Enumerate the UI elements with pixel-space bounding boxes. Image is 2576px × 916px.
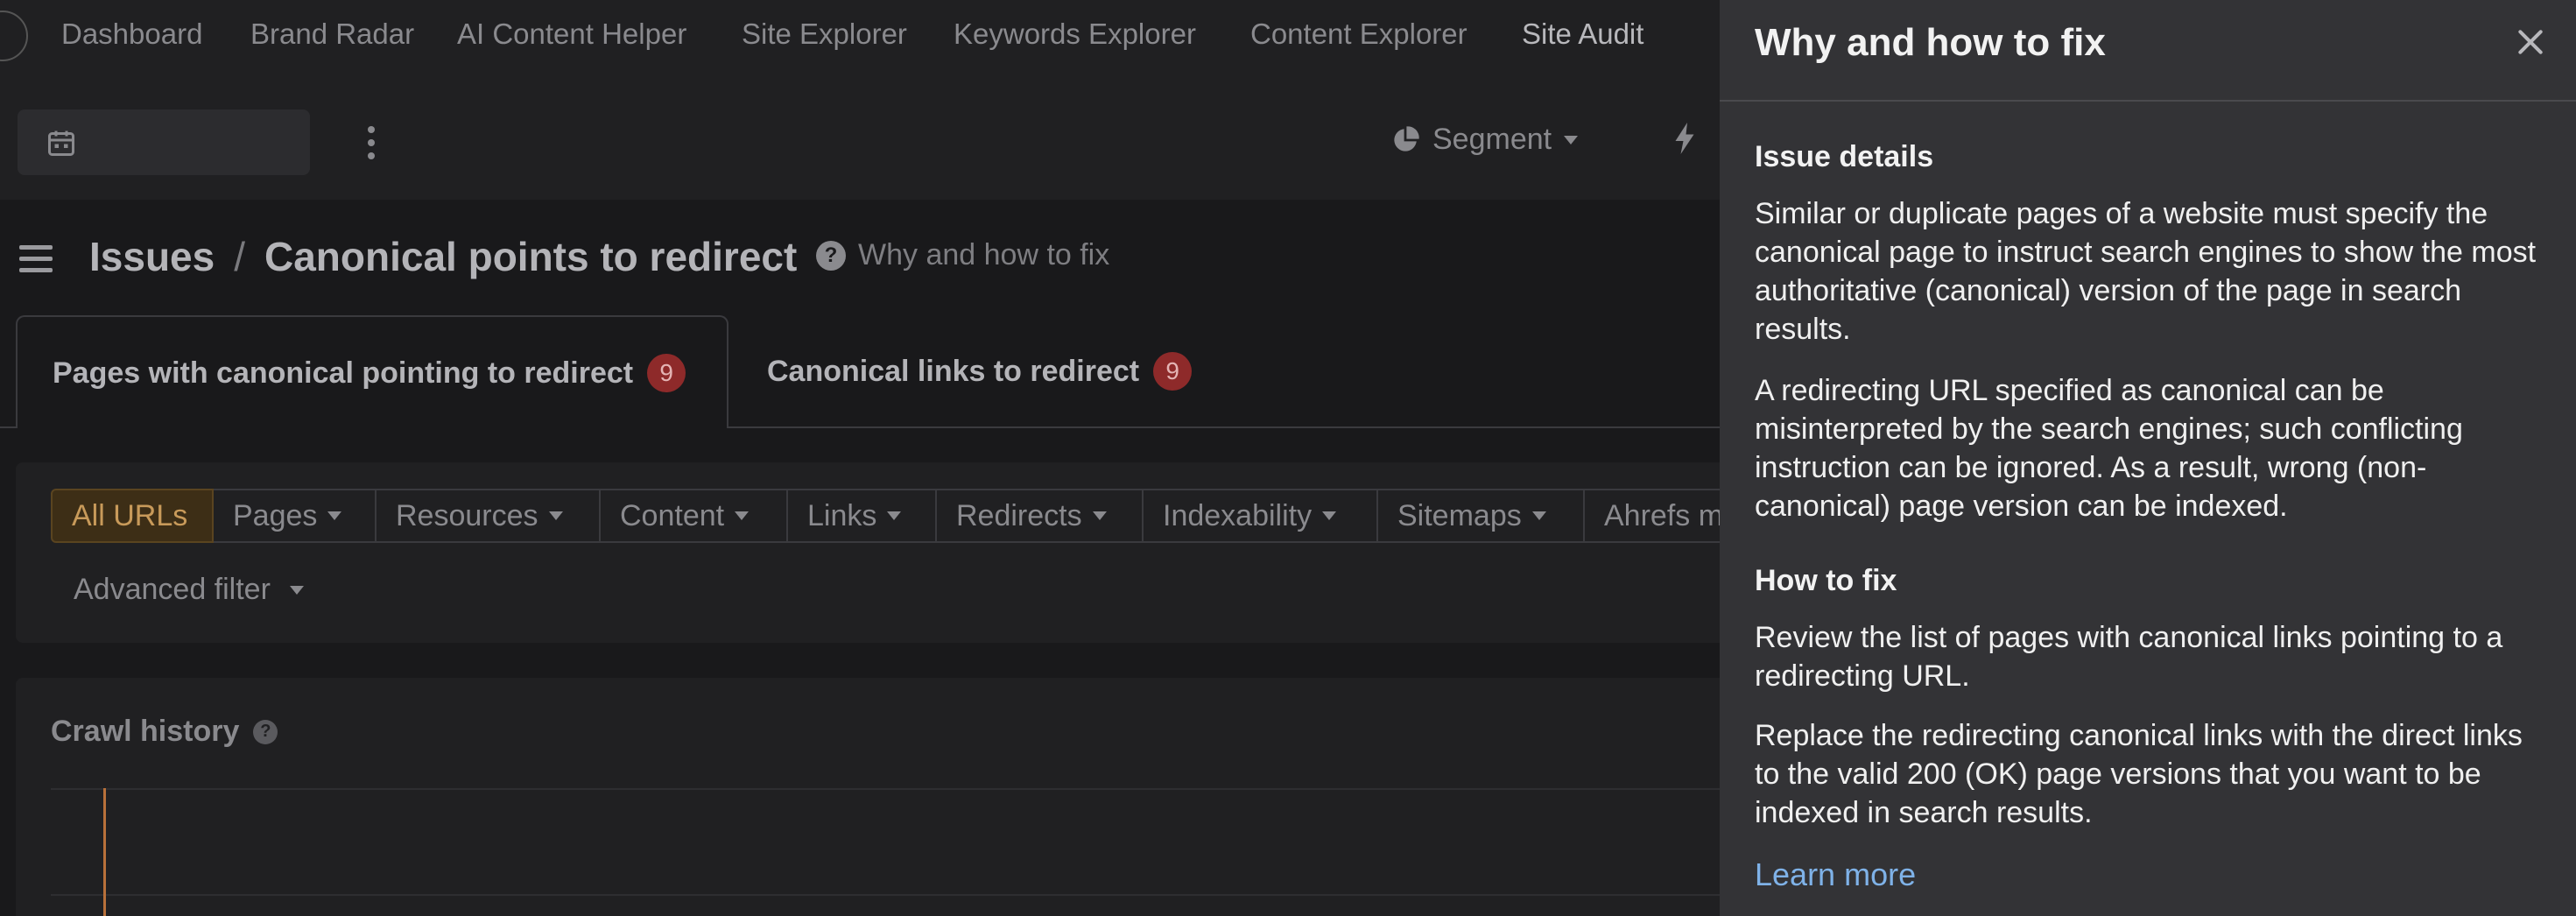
issue-details-paragraph-2: A redirecting URL specified as canonical…	[1755, 374, 2463, 523]
filter-resources[interactable]: Resources	[377, 489, 601, 543]
issue-details-heading: Issue details	[1755, 140, 1934, 173]
how-to-fix-paragraph-2: Replace the redirecting canonical links …	[1755, 719, 2523, 829]
how-to-fix-paragraph-1: Review the list of pages with canonical …	[1755, 621, 2503, 693]
count-badge: 9	[647, 354, 686, 392]
chevron-down-icon	[289, 585, 304, 595]
nav-keywords-explorer[interactable]: Keywords Explorer	[954, 18, 1196, 51]
filter-label: Pages	[233, 498, 318, 532]
how-to-fix-heading: How to fix	[1755, 564, 1897, 597]
chevron-down-icon	[1564, 135, 1579, 144]
pie-chart-icon	[1394, 125, 1419, 151]
advanced-filter-label: Advanced filter	[74, 573, 271, 606]
page-title: Canonical points to redirect	[264, 234, 798, 279]
top-navigation: Dashboard Brand Radar AI Content Helper …	[0, 0, 1720, 74]
issue-details-paragraph-1: Similar or duplicate pages of a website …	[1755, 197, 2537, 346]
filter-indexability[interactable]: Indexability	[1144, 489, 1378, 543]
filter-label: Links	[807, 498, 877, 532]
chevron-down-icon	[1092, 511, 1107, 520]
filter-label: Indexability	[1163, 498, 1313, 532]
crawl-marker-line	[103, 788, 106, 916]
segment-label: Segment	[1432, 123, 1552, 156]
calendar-icon	[48, 130, 74, 156]
filter-redirects[interactable]: Redirects	[937, 489, 1144, 543]
filter-label: All URLs	[72, 498, 188, 532]
crawl-history-title: Crawl history ?	[51, 715, 278, 749]
filter-content[interactable]: Content	[601, 489, 788, 543]
help-icon: ?	[816, 240, 846, 271]
chevron-down-icon	[1531, 511, 1546, 520]
tab-canonical-links[interactable]: Canonical links to redirect 9	[728, 315, 1219, 426]
breadcrumb-separator: /	[234, 234, 245, 279]
nav-site-explorer[interactable]: Site Explorer	[742, 18, 907, 51]
advanced-filter-button[interactable]: Advanced filter	[74, 573, 304, 607]
nav-content-explorer[interactable]: Content Explorer	[1250, 18, 1467, 51]
bolt-icon[interactable]	[1672, 123, 1697, 162]
chart-gridline	[51, 788, 1720, 790]
close-icon[interactable]	[2513, 25, 2548, 60]
hamburger-menu-icon[interactable]	[19, 245, 53, 279]
breadcrumb-issues[interactable]: Issues	[89, 234, 215, 279]
drawer-title: Why and how to fix	[1755, 21, 2106, 64]
chart-gridline	[51, 894, 1720, 896]
crawl-history-panel	[16, 678, 1720, 916]
chevron-down-icon	[548, 511, 563, 520]
learn-more-link[interactable]: Learn more	[1755, 856, 1916, 893]
segment-dropdown[interactable]: Segment	[1390, 123, 1579, 157]
nav-site-audit[interactable]: Site Audit	[1522, 18, 1643, 51]
nav-brand-radar[interactable]: Brand Radar	[250, 18, 414, 51]
chevron-down-icon	[1322, 511, 1337, 520]
help-icon[interactable]: ?	[253, 719, 278, 744]
logo-icon[interactable]	[0, 11, 28, 61]
date-picker-button[interactable]	[18, 109, 310, 175]
filter-sitemaps[interactable]: Sitemaps	[1378, 489, 1585, 543]
chevron-down-icon	[735, 511, 750, 520]
filter-links[interactable]: Links	[788, 489, 937, 543]
tab-label: Canonical links to redirect	[767, 354, 1140, 388]
tab-label: Pages with canonical pointing to redirec…	[53, 356, 634, 390]
crawl-history-label: Crawl history	[51, 715, 240, 748]
why-link-label: Why and how to fix	[858, 238, 1110, 271]
filter-ahrefs-metrics[interactable]: Ahrefs m	[1585, 489, 1720, 543]
breadcrumb: Issues / Canonical points to redirect	[89, 233, 797, 280]
filter-label: Redirects	[956, 498, 1082, 532]
more-options-icon[interactable]	[362, 123, 380, 161]
nav-ai-content-helper[interactable]: AI Content Helper	[457, 18, 686, 51]
nav-dashboard[interactable]: Dashboard	[61, 18, 202, 51]
filter-label: Sitemaps	[1397, 498, 1522, 532]
chevron-down-icon	[887, 511, 902, 520]
count-badge: 9	[1153, 352, 1193, 391]
why-and-how-to-fix-link[interactable]: ? Why and how to fix	[816, 238, 1109, 272]
filter-label: Content	[620, 498, 725, 532]
filter-pages[interactable]: Pages	[214, 489, 377, 543]
filter-label: Resources	[396, 498, 538, 532]
chevron-down-icon	[327, 511, 342, 520]
filter-label: Ahrefs m	[1604, 498, 1720, 532]
tab-pages-with-canonical[interactable]: Pages with canonical pointing to redirec…	[16, 315, 728, 428]
filter-all-urls[interactable]: All URLs	[51, 489, 214, 543]
